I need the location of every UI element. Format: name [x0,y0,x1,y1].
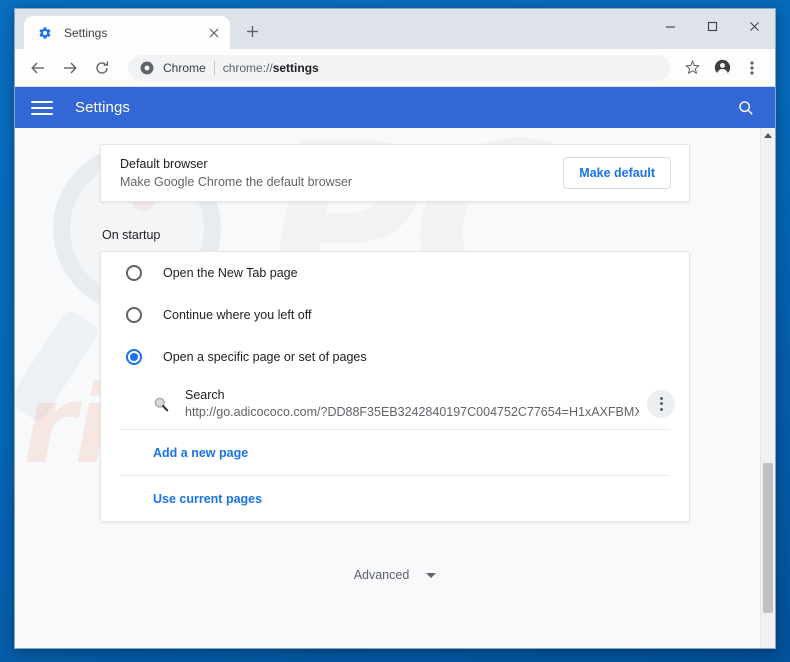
on-startup-card: Open the New Tab page Continue where you… [100,251,690,522]
scroll-up-arrow-icon[interactable] [761,128,775,143]
omnibox-divider [213,60,215,75]
omnibox-url-page: settings [272,60,319,75]
advanced-label: Advanced [353,568,410,582]
maximize-button[interactable] [691,9,733,43]
startup-option-label: Open a specific page or set of pages [163,350,367,364]
use-current-pages-link[interactable]: Use current pages [101,476,689,521]
default-browser-text: Default browser Make Google Chrome the d… [120,156,563,191]
profile-avatar-icon[interactable] [708,54,736,82]
radio-icon[interactable] [126,265,142,281]
browser-tab-settings[interactable]: Settings [24,16,230,49]
search-icon[interactable] [733,95,759,121]
magnifier-favicon-icon [152,395,170,413]
back-button[interactable] [24,54,52,82]
default-browser-subtitle: Make Google Chrome the default browser [120,174,353,189]
startup-page-text: Search http://go.adicococo.com/?DD88F35E… [185,387,639,420]
default-browser-card: Default browser Make Google Chrome the d… [100,144,690,202]
tab-title: Settings [64,25,108,40]
startup-option-continue[interactable]: Continue where you left off [101,294,689,336]
advanced-toggle[interactable]: Advanced [15,560,775,590]
chrome-logo-icon [139,60,154,75]
address-bar[interactable]: Chrome chrome://settings [128,54,670,81]
settings-page: Settings PC risk.com Default browser Mak… [15,87,775,648]
close-icon[interactable] [206,25,222,41]
startup-option-label: Open the New Tab page [163,266,298,280]
close-button[interactable] [733,9,775,43]
window-controls [649,9,775,43]
startup-option-label: Continue where you left off [163,308,312,322]
startup-page-name: Search [185,388,225,402]
chevron-down-icon [426,572,437,578]
omnibox-scheme-label: Chrome [163,60,206,75]
startup-option-new-tab[interactable]: Open the New Tab page [101,252,689,294]
minimize-button[interactable] [649,9,691,43]
hamburger-menu-icon[interactable] [31,97,53,119]
default-browser-title: Default browser [120,156,208,171]
radio-icon-selected[interactable] [126,349,142,365]
reload-button[interactable] [88,54,116,82]
page-title: Settings [75,99,130,116]
use-current-pages-label: Use current pages [153,491,263,506]
browser-toolbar: Chrome chrome://settings [15,49,775,87]
browser-window: Settings Chrome chrome://settings Settin… [14,8,776,649]
bookmark-star-icon[interactable] [678,54,706,82]
settings-appbar: Settings [15,87,775,128]
startup-page-url: http://go.adicococo.com/?DD88F35EB324284… [185,405,639,419]
make-default-button[interactable]: Make default [563,157,671,189]
startup-page-more-icon[interactable] [647,389,675,418]
startup-option-specific-pages[interactable]: Open a specific page or set of pages [101,336,689,378]
add-new-page-link[interactable]: Add a new page [101,430,689,475]
new-tab-button[interactable] [241,20,263,42]
settings-content: Default browser Make Google Chrome the d… [15,128,775,590]
browser-menu-icon[interactable] [738,54,766,82]
omnibox-url: chrome://settings [223,61,319,75]
scrollbar-thumb[interactable] [763,463,773,613]
omnibox-url-prefix: chrome:// [222,60,273,75]
radio-icon[interactable] [126,307,142,323]
add-new-page-label: Add a new page [153,445,249,460]
on-startup-section-title: On startup [102,228,161,242]
startup-page-row: Search http://go.adicococo.com/?DD88F35E… [101,378,689,429]
page-scrollbar[interactable] [760,128,775,648]
settings-gear-icon [37,25,53,41]
tab-strip: Settings [15,9,775,49]
forward-button[interactable] [56,54,84,82]
